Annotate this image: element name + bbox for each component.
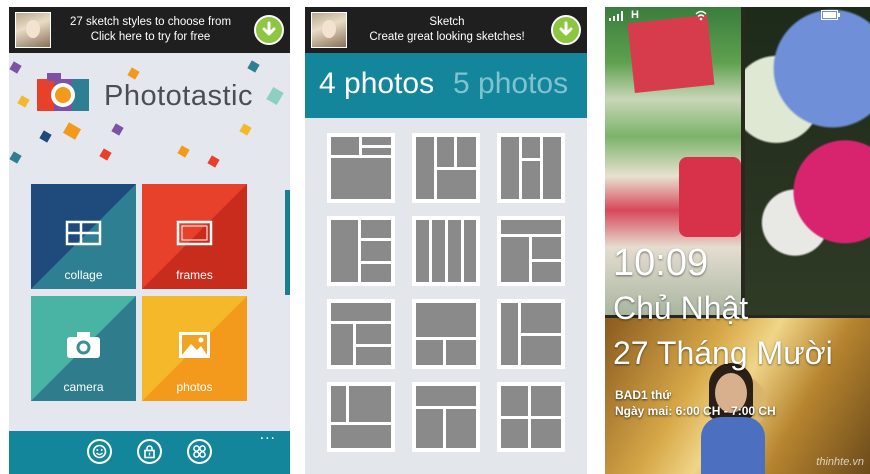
camera-icon [67,332,100,358]
ad-banner[interactable]: Sketch Create great looking sketches! [305,7,587,53]
calendar-event-title: BAD1 thứ [615,388,672,402]
frames-label: frames [176,268,213,282]
frame-icon [176,220,213,246]
layout-option[interactable] [327,216,395,286]
ad-line-1: 27 sketch styles to choose from [69,16,232,28]
confetti [177,145,190,158]
watermark: thinhte.vn [816,456,864,468]
camera-label: camera [63,380,104,394]
layout-option[interactable] [412,299,480,369]
calendar-event-time: Ngày mai: 6:00 CH - 7:00 CH [615,404,776,418]
phototastic-home-screen: 27 sketch styles to choose from Click he… [9,7,290,474]
layout-option[interactable] [497,382,565,452]
ad-thumbnail [311,12,347,48]
layout-option[interactable] [497,299,565,369]
collage-icon [65,220,102,246]
app-title: Phototastic [104,80,253,112]
collage-label: collage [64,268,103,282]
lock-time: 10:09 [613,242,709,284]
confetti [247,60,260,73]
wifi-icon [695,10,707,21]
tab-4-photos[interactable]: 4 photos [319,67,434,101]
ad-line-2: Click here to try for free [90,31,211,43]
next-page-tile-peek[interactable] [285,190,290,295]
download-icon[interactable] [254,15,284,45]
confetti [9,61,22,74]
photo-count-tabs: 4 photos 5 photos [305,53,587,118]
ad-text: Sketch Create great looking sketches! [351,15,543,45]
photo-strawberry-pack [679,157,741,237]
ad-line-1: Sketch [429,16,465,28]
tab-5-photos[interactable]: 5 photos [453,67,568,101]
phototastic-logo-icon [37,73,89,111]
layout-option[interactable] [412,216,480,286]
photo-snack-pack [627,15,715,93]
photo-person-shirt [701,417,765,474]
ad-text: 27 sketch styles to choose from Click he… [55,15,246,45]
confetti [111,123,124,136]
signal-icon [609,11,623,21]
lock-date: 27 Tháng Mười [613,335,833,371]
frames-tile[interactable]: frames [142,184,247,289]
network-type: H [631,9,639,21]
confetti [266,86,284,106]
layout-option[interactable] [327,133,395,203]
download-icon[interactable] [551,15,581,45]
layout-option[interactable] [412,382,480,452]
confetti [127,67,140,80]
layout-option[interactable] [497,216,565,286]
ad-thumbnail [15,12,51,48]
confetti [99,148,112,161]
smiley-icon[interactable] [87,439,112,464]
app-bar: ... [9,426,290,474]
photos-label: photos [176,380,213,394]
confetti [239,123,252,136]
battery-icon [821,10,840,20]
collage-tile[interactable]: collage [31,184,136,289]
sketch-layout-screen: Sketch Create great looking sketches! 4 … [305,7,587,474]
lock-icon[interactable] [137,439,162,464]
layout-option[interactable] [412,133,480,203]
photos-tile[interactable]: photos [142,296,247,401]
layout-option[interactable] [327,382,395,452]
confetti [39,130,52,143]
lock-day: Chủ Nhật [613,290,749,326]
photo-flowers [745,7,870,315]
layout-option[interactable] [327,299,395,369]
confetti [62,122,82,140]
confetti [17,95,30,108]
camera-tile[interactable]: camera [31,296,136,401]
confetti [207,155,220,168]
photos-icon [179,332,210,358]
ad-line-2: Create great looking sketches! [369,31,525,43]
layout-option[interactable] [497,133,565,203]
ad-banner[interactable]: 27 sketch styles to choose from Click he… [9,7,290,53]
status-bar: H [605,7,870,25]
apps-icon[interactable] [187,439,212,464]
more-menu[interactable]: ... [260,426,276,444]
lock-screen: H 10:09 Chủ Nhật 27 Tháng Mười BAD1 thứ … [605,7,870,474]
confetti [9,151,22,164]
